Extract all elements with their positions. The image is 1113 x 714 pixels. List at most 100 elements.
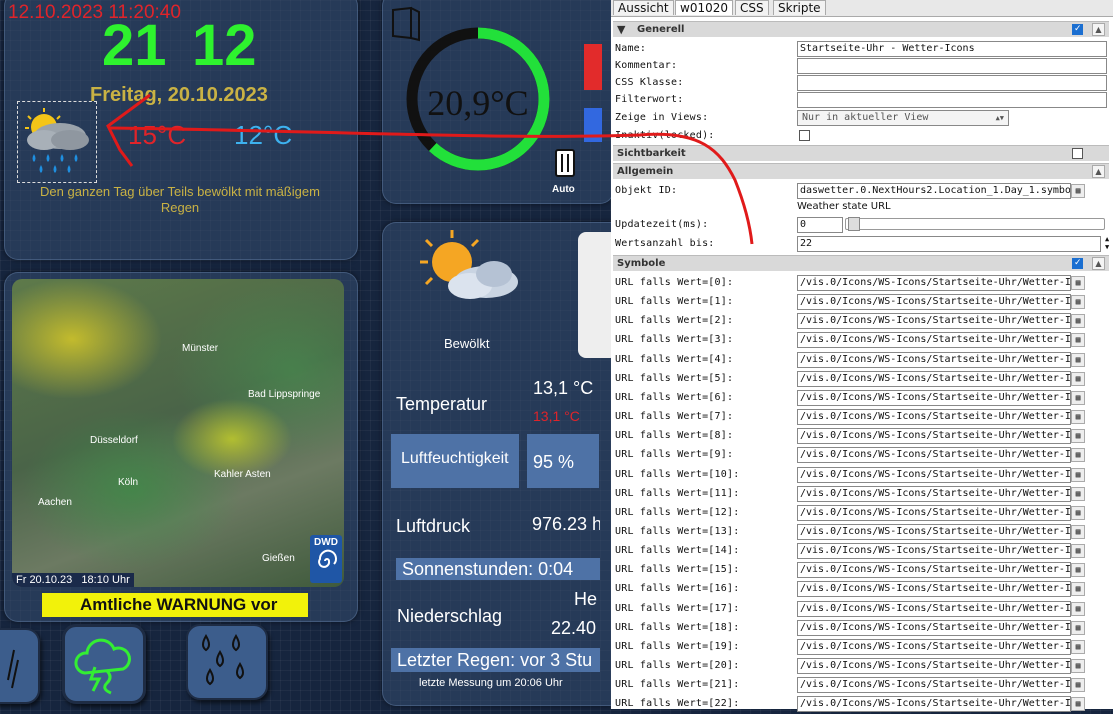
- url-row: URL falls Wert=[4]:/vis.0/Icons/WS-Icons…: [615, 351, 1109, 370]
- weather-alert-button[interactable]: [62, 624, 146, 704]
- file-picker-icon[interactable]: ▦: [1071, 544, 1085, 559]
- wind-icon: [7, 649, 19, 689]
- url-input[interactable]: /vis.0/Icons/WS-Icons/Startseite-Uhr/Wet…: [797, 409, 1071, 426]
- url-input[interactable]: /vis.0/Icons/WS-Icons/Startseite-Uhr/Wet…: [797, 485, 1071, 502]
- url-input[interactable]: /vis.0/Icons/WS-Icons/Startseite-Uhr/Wet…: [797, 504, 1071, 521]
- url-input[interactable]: /vis.0/Icons/WS-Icons/Startseite-Uhr/Wet…: [797, 313, 1071, 330]
- file-picker-icon[interactable]: ▦: [1071, 276, 1085, 290]
- url-row: URL falls Wert=[11]:/vis.0/Icons/WS-Icon…: [615, 485, 1109, 504]
- thermostat-mode: Auto: [552, 184, 575, 195]
- url-row: URL falls Wert=[12]:/vis.0/Icons/WS-Icon…: [615, 504, 1109, 523]
- chevron-up-icon[interactable]: ▲: [1092, 23, 1105, 36]
- file-picker-icon[interactable]: ▦: [1071, 410, 1085, 425]
- tab-widget[interactable]: w01020: [675, 0, 733, 15]
- updatezeit-row: Updatezeit(ms): 0: [615, 216, 1109, 235]
- stepper-icon[interactable]: ▲ ▼: [1105, 235, 1109, 251]
- group-symbole[interactable]: Symbole ▲: [613, 255, 1109, 271]
- url-input[interactable]: /vis.0/Icons/WS-Icons/Startseite-Uhr/Wet…: [797, 638, 1071, 655]
- file-picker-icon[interactable]: ▦: [1071, 524, 1085, 539]
- file-picker-icon[interactable]: ▦: [1071, 620, 1085, 635]
- file-picker-icon[interactable]: ▦: [1071, 371, 1085, 386]
- sunshine-hours: Sonnenstunden: 0:04: [402, 559, 574, 579]
- file-picker-icon[interactable]: ▦: [1071, 563, 1085, 578]
- css-klasse-input[interactable]: [797, 75, 1107, 91]
- warning-banner[interactable]: Amtliche WARNUNG vor: [42, 593, 308, 617]
- file-picker-icon[interactable]: ▦: [1071, 467, 1085, 482]
- url-input[interactable]: /vis.0/Icons/WS-Icons/Startseite-Uhr/Wet…: [797, 332, 1071, 349]
- current-date: Freitag, 20.10.2023: [90, 84, 268, 106]
- url-row: URL falls Wert=[17]:/vis.0/Icons/WS-Icon…: [615, 600, 1109, 619]
- tab-skripte[interactable]: Skripte: [773, 0, 826, 15]
- url-input[interactable]: /vis.0/Icons/WS-Icons/Startseite-Uhr/Wet…: [797, 543, 1071, 560]
- url-input[interactable]: /vis.0/Icons/WS-Icons/Startseite-Uhr/Wet…: [797, 677, 1071, 694]
- url-row: URL falls Wert=[13]:/vis.0/Icons/WS-Icon…: [615, 523, 1109, 542]
- group-generell[interactable]: ▼ Generell ▲: [613, 21, 1109, 37]
- symbole-checkbox[interactable]: [1072, 256, 1083, 271]
- url-input[interactable]: /vis.0/Icons/WS-Icons/Startseite-Uhr/Wet…: [797, 370, 1071, 387]
- url-input[interactable]: /vis.0/Icons/WS-Icons/Startseite-Uhr/Wet…: [797, 351, 1071, 368]
- url-input[interactable]: /vis.0/Icons/WS-Icons/Startseite-Uhr/Wet…: [797, 447, 1071, 464]
- red-bar: [584, 44, 602, 90]
- updatezeit-input[interactable]: 0: [797, 217, 843, 233]
- sichtbarkeit-checkbox[interactable]: [1072, 148, 1083, 159]
- radar-city: Gießen: [262, 553, 295, 564]
- slider-handle[interactable]: [848, 217, 860, 231]
- file-picker-icon[interactable]: ▦: [1071, 697, 1085, 712]
- url-input[interactable]: /vis.0/Icons/WS-Icons/Startseite-Uhr/Wet…: [797, 275, 1071, 291]
- file-picker-icon[interactable]: ▦: [1071, 429, 1085, 444]
- generell-checkbox[interactable]: [1072, 22, 1083, 37]
- object-picker-icon[interactable]: ▦: [1071, 184, 1085, 198]
- precip-value2: 22.40: [551, 618, 597, 638]
- url-row: URL falls Wert=[0]:/vis.0/Icons/WS-Icons…: [615, 274, 1109, 293]
- file-picker-icon[interactable]: ▦: [1071, 505, 1085, 520]
- tab-aussicht[interactable]: Aussicht: [613, 0, 674, 15]
- url-row: URL falls Wert=[20]:/vis.0/Icons/WS-Icon…: [615, 657, 1109, 676]
- url-input[interactable]: /vis.0/Icons/WS-Icons/Startseite-Uhr/Wet…: [797, 294, 1071, 311]
- file-picker-icon[interactable]: ▦: [1071, 582, 1085, 597]
- filter-icon[interactable]: ▼: [617, 22, 625, 37]
- url-input[interactable]: /vis.0/Icons/WS-Icons/Startseite-Uhr/Wet…: [797, 696, 1071, 713]
- name-input[interactable]: Startseite-Uhr - Wetter-Icons: [797, 41, 1107, 57]
- url-row: URL falls Wert=[3]:/vis.0/Icons/WS-Icons…: [615, 331, 1109, 350]
- temp-max: 15°C: [128, 120, 187, 150]
- url-input[interactable]: /vis.0/Icons/WS-Icons/Startseite-Uhr/Wet…: [797, 523, 1071, 540]
- file-picker-icon[interactable]: ▦: [1071, 601, 1085, 616]
- views-select[interactable]: Nur in aktueller View ▲▼: [797, 110, 1009, 126]
- file-picker-icon[interactable]: ▦: [1071, 448, 1085, 463]
- file-picker-icon[interactable]: ▦: [1071, 314, 1085, 329]
- zeige-row: Zeige in Views: Nur in aktueller View ▲▼: [615, 109, 1109, 128]
- file-picker-icon[interactable]: ▦: [1071, 390, 1085, 405]
- file-picker-icon[interactable]: ▦: [1071, 678, 1085, 693]
- url-input[interactable]: /vis.0/Icons/WS-Icons/Startseite-Uhr/Wet…: [797, 428, 1071, 445]
- kommentar-input[interactable]: [797, 58, 1107, 74]
- chevron-up-icon[interactable]: ▲: [1092, 257, 1105, 270]
- rain-button[interactable]: [186, 624, 268, 700]
- weather-icon-widget[interactable]: [17, 101, 97, 183]
- objekt-id-input[interactable]: daswetter.0.NextHours2.Location_1.Day_1.…: [797, 183, 1071, 199]
- url-input[interactable]: /vis.0/Icons/WS-Icons/Startseite-Uhr/Wet…: [797, 619, 1071, 636]
- tab-css[interactable]: CSS: [735, 0, 769, 15]
- url-input[interactable]: /vis.0/Icons/WS-Icons/Startseite-Uhr/Wet…: [797, 389, 1071, 406]
- lamp-button[interactable]: [0, 628, 40, 704]
- url-input[interactable]: /vis.0/Icons/WS-Icons/Startseite-Uhr/Wet…: [797, 581, 1071, 598]
- group-sichtbarkeit[interactable]: Sichtbarkeit: [613, 145, 1109, 161]
- radar-map[interactable]: Münster Bad Lippspringe Düsseldorf Köln …: [12, 279, 344, 587]
- last-rain-box: Letzter Regen: vor 3 Stu: [391, 648, 600, 672]
- url-input[interactable]: /vis.0/Icons/WS-Icons/Startseite-Uhr/Wet…: [797, 466, 1071, 483]
- file-picker-icon[interactable]: ▦: [1071, 333, 1085, 348]
- file-picker-icon[interactable]: ▦: [1071, 352, 1085, 367]
- url-input[interactable]: /vis.0/Icons/WS-Icons/Startseite-Uhr/Wet…: [797, 658, 1071, 674]
- url-row: URL falls Wert=[9]:/vis.0/Icons/WS-Icons…: [615, 446, 1109, 465]
- file-picker-icon[interactable]: ▦: [1071, 295, 1085, 310]
- wertsanzahl-input[interactable]: 22: [797, 236, 1101, 252]
- file-picker-icon[interactable]: ▦: [1071, 486, 1085, 501]
- filterwort-input[interactable]: [797, 92, 1107, 108]
- file-picker-icon[interactable]: ▦: [1071, 659, 1085, 673]
- url-input[interactable]: /vis.0/Icons/WS-Icons/Startseite-Uhr/Wet…: [797, 600, 1071, 617]
- file-picker-icon[interactable]: ▦: [1071, 639, 1085, 654]
- group-allgemein[interactable]: Allgemein ▲: [613, 163, 1109, 179]
- url-input[interactable]: /vis.0/Icons/WS-Icons/Startseite-Uhr/Wet…: [797, 562, 1071, 579]
- updatezeit-slider[interactable]: [845, 217, 1105, 231]
- chevron-up-icon[interactable]: ▲: [1092, 165, 1105, 178]
- inaktiv-checkbox[interactable]: [799, 130, 810, 141]
